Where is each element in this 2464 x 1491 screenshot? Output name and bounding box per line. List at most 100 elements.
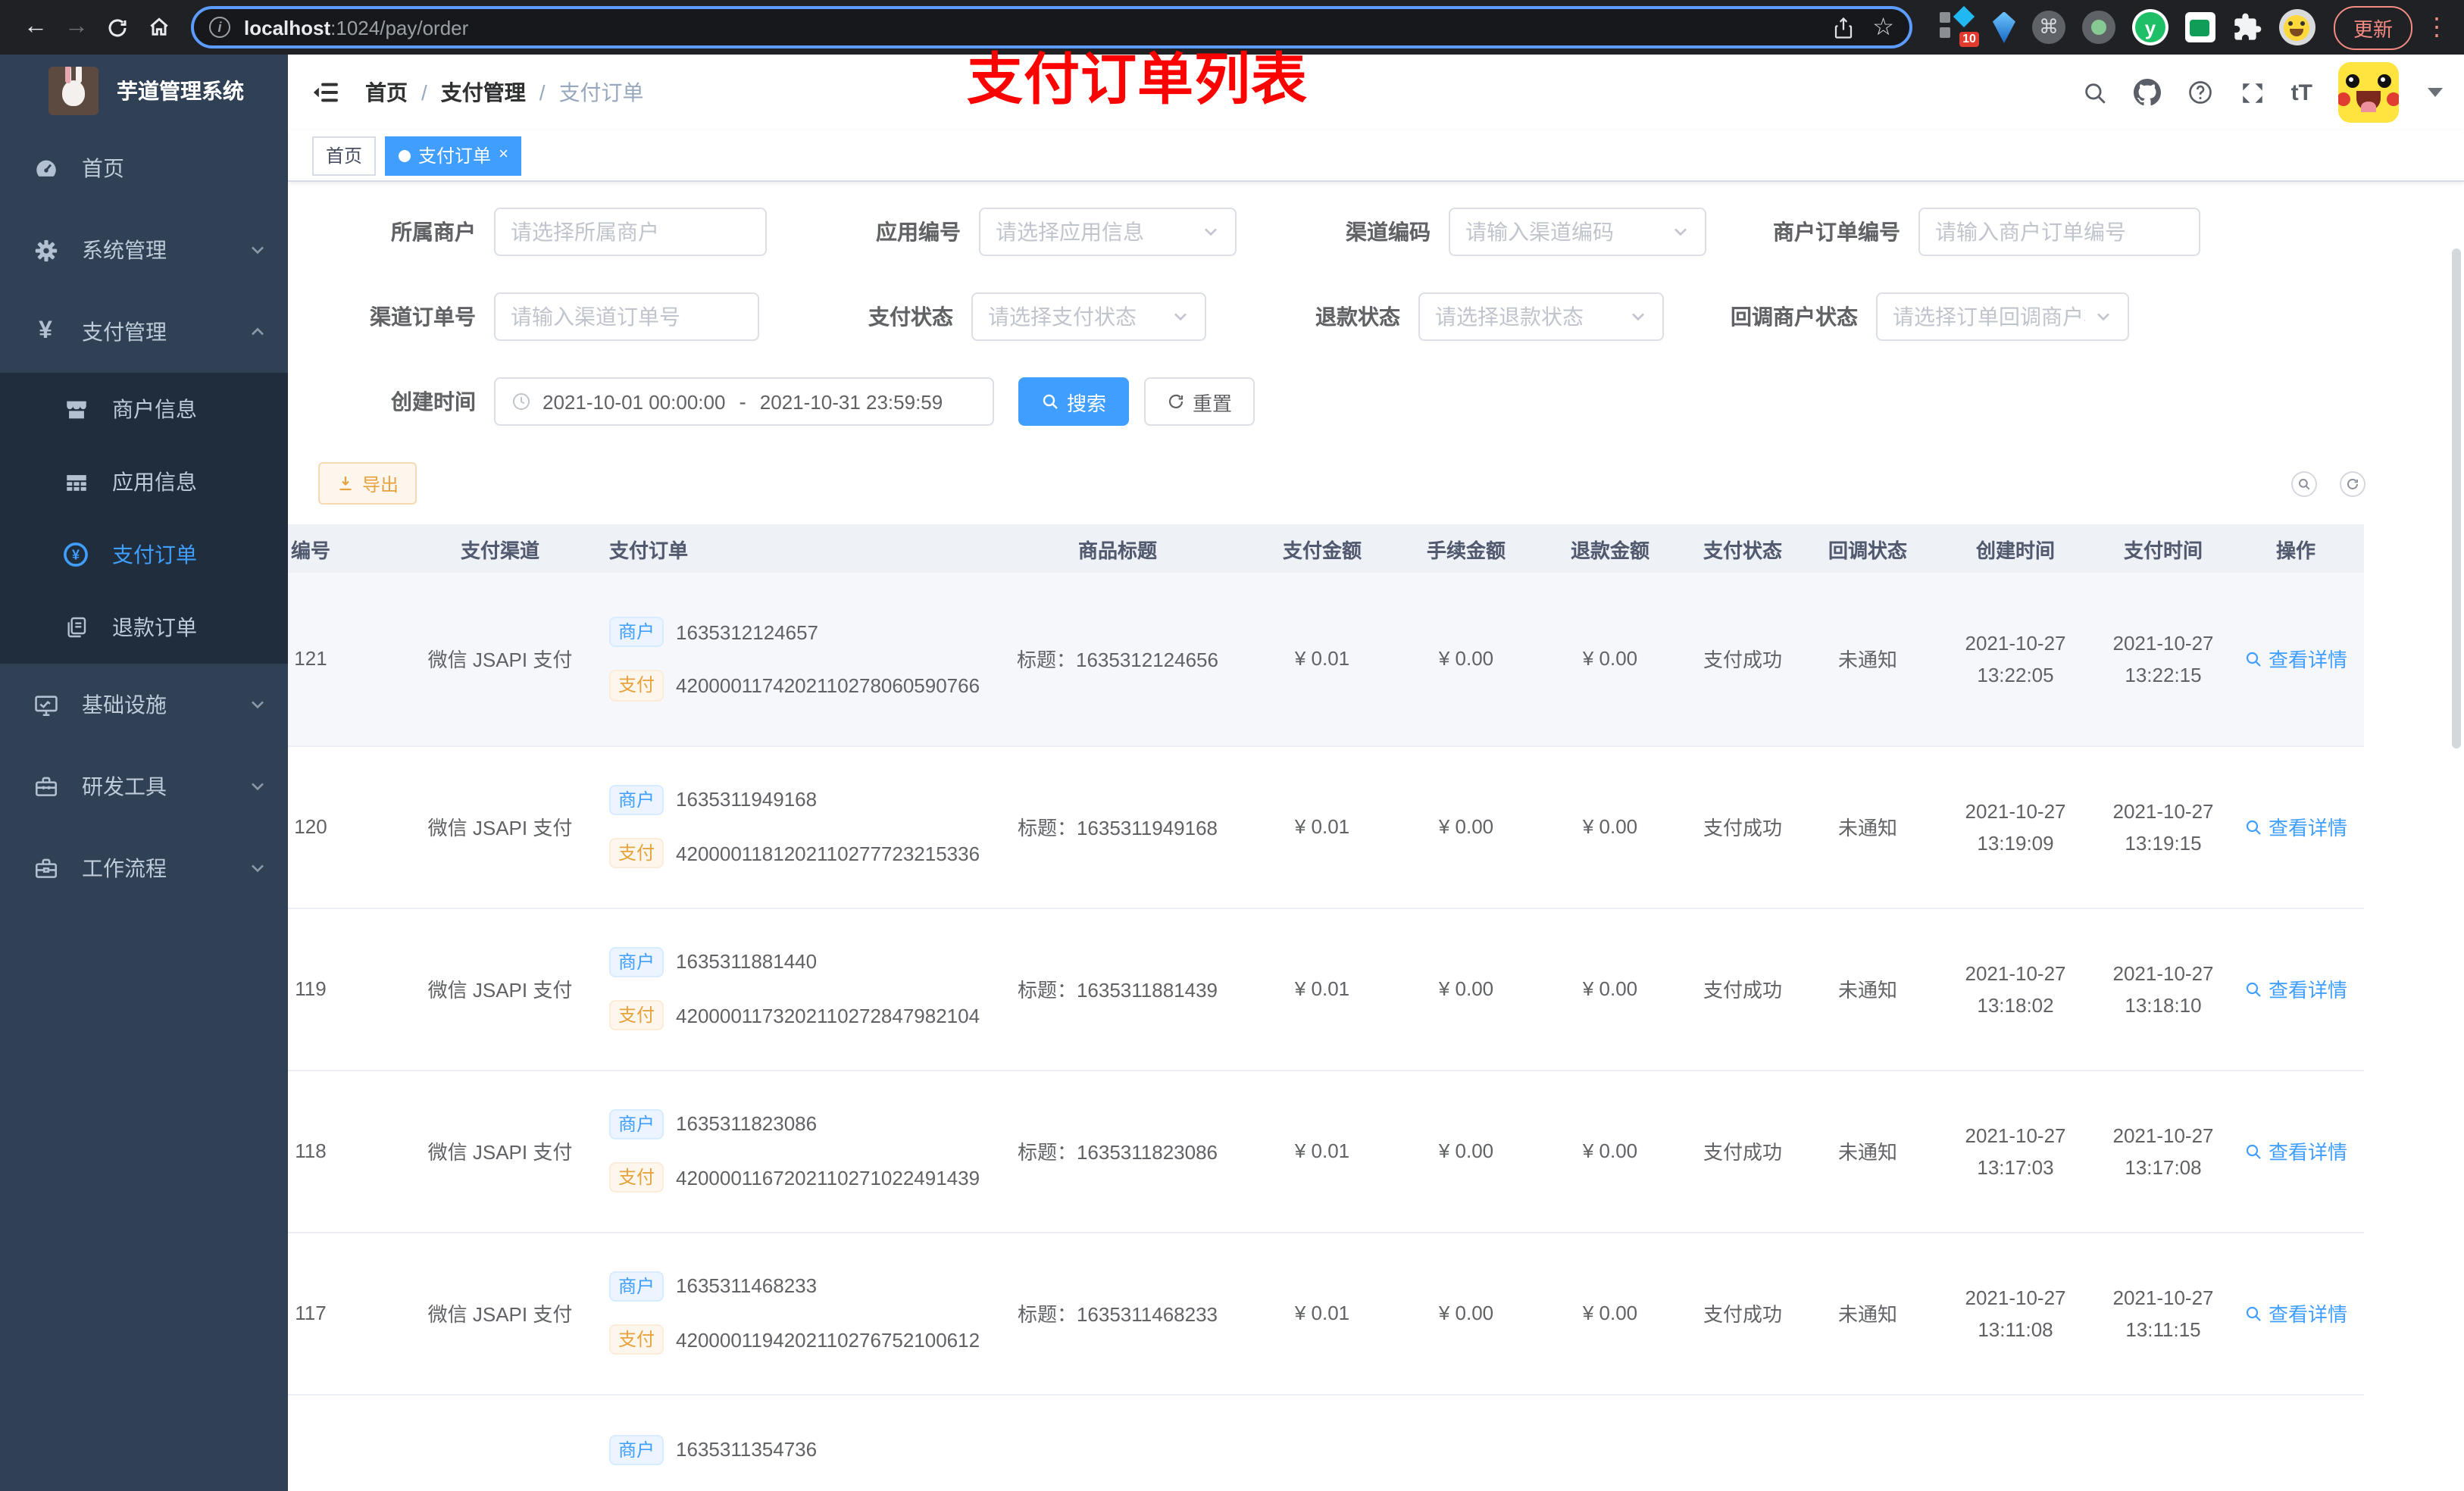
chevron-down-icon [1671,223,1690,241]
extension-y-icon[interactable]: y [2131,9,2169,45]
field-label: 回调商户状态 [1731,305,1858,329]
table-row[interactable]: 121 微信 JSAPI 支付 商户 1635312124657 支付 420000… [288,573,2364,746]
browser-menu-icon[interactable]: ⋮ [2425,12,2449,42]
extension-command-icon[interactable]: ⌘ [2031,11,2065,44]
merchant-order-no-input[interactable] [1918,208,2200,256]
sidebar-item-home[interactable]: 首页 [0,127,288,209]
browser-reload-icon[interactable] [97,7,138,48]
orders-table: 编号 支付渠道 支付订单 商品标题 支付金额 手续金额 退款金额 支付状态 回调… [288,524,2364,1491]
sidebar-item-system[interactable]: 系统管理 [0,209,288,291]
refund-status-select[interactable]: 请选择退款状态 [1418,292,1664,341]
reset-button[interactable]: 重置 [1144,377,1255,426]
avatar-caret-icon[interactable] [2428,88,2443,97]
tab-pay-order[interactable]: 支付订单 × [385,136,522,175]
tab-home[interactable]: 首页 [312,136,377,175]
extension-chat-icon[interactable] [2184,12,2215,42]
breadcrumb-current: 支付订单 [558,80,644,105]
sidebar-item-infra[interactable]: 基础设施 [0,664,288,746]
tags-view-bar: 首页 支付订单 × [288,130,2464,182]
merchant-input[interactable] [494,208,767,256]
github-icon[interactable] [2133,79,2161,106]
channel-order-no-input[interactable] [494,292,759,341]
merchant-tag: 商户 [609,616,664,648]
active-tab-dot [399,149,411,161]
pay-status-select[interactable]: 请选择支付状态 [971,292,1206,341]
table-row[interactable]: 118 微信 JSAPI 支付 商户 1635311823086 支付 420000… [288,1070,2364,1233]
table-row[interactable]: 120 微信 JSAPI 支付 商户 1635311949168 支付 420000… [288,746,2364,908]
pay-tag: 支付 [609,1162,664,1193]
extension-diamond-icon[interactable]: 10 [1939,5,1979,47]
font-size-icon[interactable]: tT [2291,80,2312,105]
view-details-link[interactable]: 查看详情 [2244,812,2347,841]
app-title: 芋道管理系统 [117,79,244,103]
refresh-table-button[interactable] [2340,470,2366,496]
table-row[interactable]: 119 微信 JSAPI 支付 商户 1635311881440 支付 420000… [288,908,2364,1071]
sidebar-fold-icon[interactable] [311,77,341,108]
gear-icon [32,237,59,263]
breadcrumb-home[interactable]: 首页 [365,77,408,108]
sidebar-item-workflow[interactable]: 工作流程 [0,827,288,909]
sidebar-item-app-info[interactable]: 应用信息 [0,445,288,518]
date-start: 2021-10-01 00:00:00 [543,390,726,413]
channel-code-select[interactable]: 请输入渠道编码 [1449,208,1706,256]
page-info-icon[interactable]: i [209,17,230,38]
yen-circle-icon: ¥ [62,541,89,568]
monitor-icon [32,692,59,717]
sidebar-item-pay-order[interactable]: ¥ 支付订单 [0,518,288,591]
search-button[interactable]: 搜索 [1018,377,1130,426]
chevron-down-icon [249,859,267,877]
field-label: 商户订单编号 [1773,220,1900,244]
chevron-down-icon [1202,223,1220,241]
search-icon[interactable] [2082,80,2108,105]
breadcrumb: 首页 / 支付管理 / 支付订单 [365,77,644,108]
help-icon[interactable] [2187,79,2214,106]
dashboard-icon [32,155,59,181]
fullscreen-icon[interactable] [2240,80,2265,105]
bookmark-star-icon[interactable]: ☆ [1872,12,1894,42]
extensions-puzzle-icon[interactable] [2232,12,2262,42]
browser-update-button[interactable]: 更新 [2333,5,2412,49]
create-time-range-picker[interactable]: 2021-10-01 00:00:00 - 2021-10-31 23:59:5… [494,377,994,426]
vertical-scrollbar[interactable] [2452,248,2461,749]
chevron-down-icon [2094,308,2112,326]
logo-image [48,67,98,115]
sidebar: 芋道管理系统 首页 系统管理 ¥ 支付管理 商户信息 应用信息 ¥ 支付订单 退… [0,55,288,1491]
browser-home-icon[interactable] [138,7,179,48]
sidebar-item-refund-order[interactable]: 退款订单 [0,591,288,664]
breadcrumb-payment[interactable]: 支付管理 [441,77,526,108]
chevron-down-icon [1171,308,1190,326]
export-button[interactable]: 导出 [318,462,417,505]
toggle-search-button[interactable] [2291,470,2317,496]
view-details-link[interactable]: 查看详情 [2244,974,2347,1003]
view-details-link[interactable]: 查看详情 [2244,1136,2347,1165]
view-details-link[interactable]: 查看详情 [2244,645,2347,674]
table-row[interactable]: 商户 1635311354736 [288,1394,2364,1491]
extension-gem-icon[interactable] [1992,11,2015,43]
share-icon[interactable] [1831,14,1854,40]
orders-table-container[interactable]: 编号 支付渠道 支付订单 商品标题 支付金额 手续金额 退款金额 支付状态 回调… [288,524,2464,1491]
yen-icon: ¥ [39,318,52,344]
browser-forward-icon[interactable]: → [56,7,97,48]
app-logo[interactable]: 芋道管理系统 [0,55,288,127]
navbar-actions: tT [2082,62,2443,123]
extension-badge: 10 [1959,32,1979,47]
sidebar-item-devtools[interactable]: 研发工具 [0,746,288,827]
browser-profile-avatar[interactable] [2278,9,2315,45]
sidebar-item-merchant-info[interactable]: 商户信息 [0,373,288,445]
date-end: 2021-10-31 23:59:59 [759,390,943,413]
document-icon [62,615,89,639]
user-avatar[interactable] [2338,62,2399,123]
chevron-down-icon [249,777,267,796]
view-details-link[interactable]: 查看详情 [2244,1299,2347,1327]
app-select[interactable]: 请选择应用信息 [979,208,1237,256]
extension-record-icon[interactable] [2081,11,2115,44]
browser-back-icon[interactable]: ← [15,7,56,48]
merchant-tag: 商户 [609,784,664,815]
sidebar-item-payment[interactable]: ¥ 支付管理 [0,291,288,373]
chevron-up-icon [249,323,267,341]
tab-close-icon[interactable]: × [499,146,508,164]
table-row[interactable]: 117 微信 JSAPI 支付 商户 1635311468233 支付 420000… [288,1232,2364,1395]
browser-extensions: 10 ⌘ y [1939,5,2315,47]
table-header-row: 编号 支付渠道 支付订单 商品标题 支付金额 手续金额 退款金额 支付状态 回调… [288,524,2364,573]
notify-status-select[interactable]: 请选择订单回调商户状态 [1876,292,2129,341]
